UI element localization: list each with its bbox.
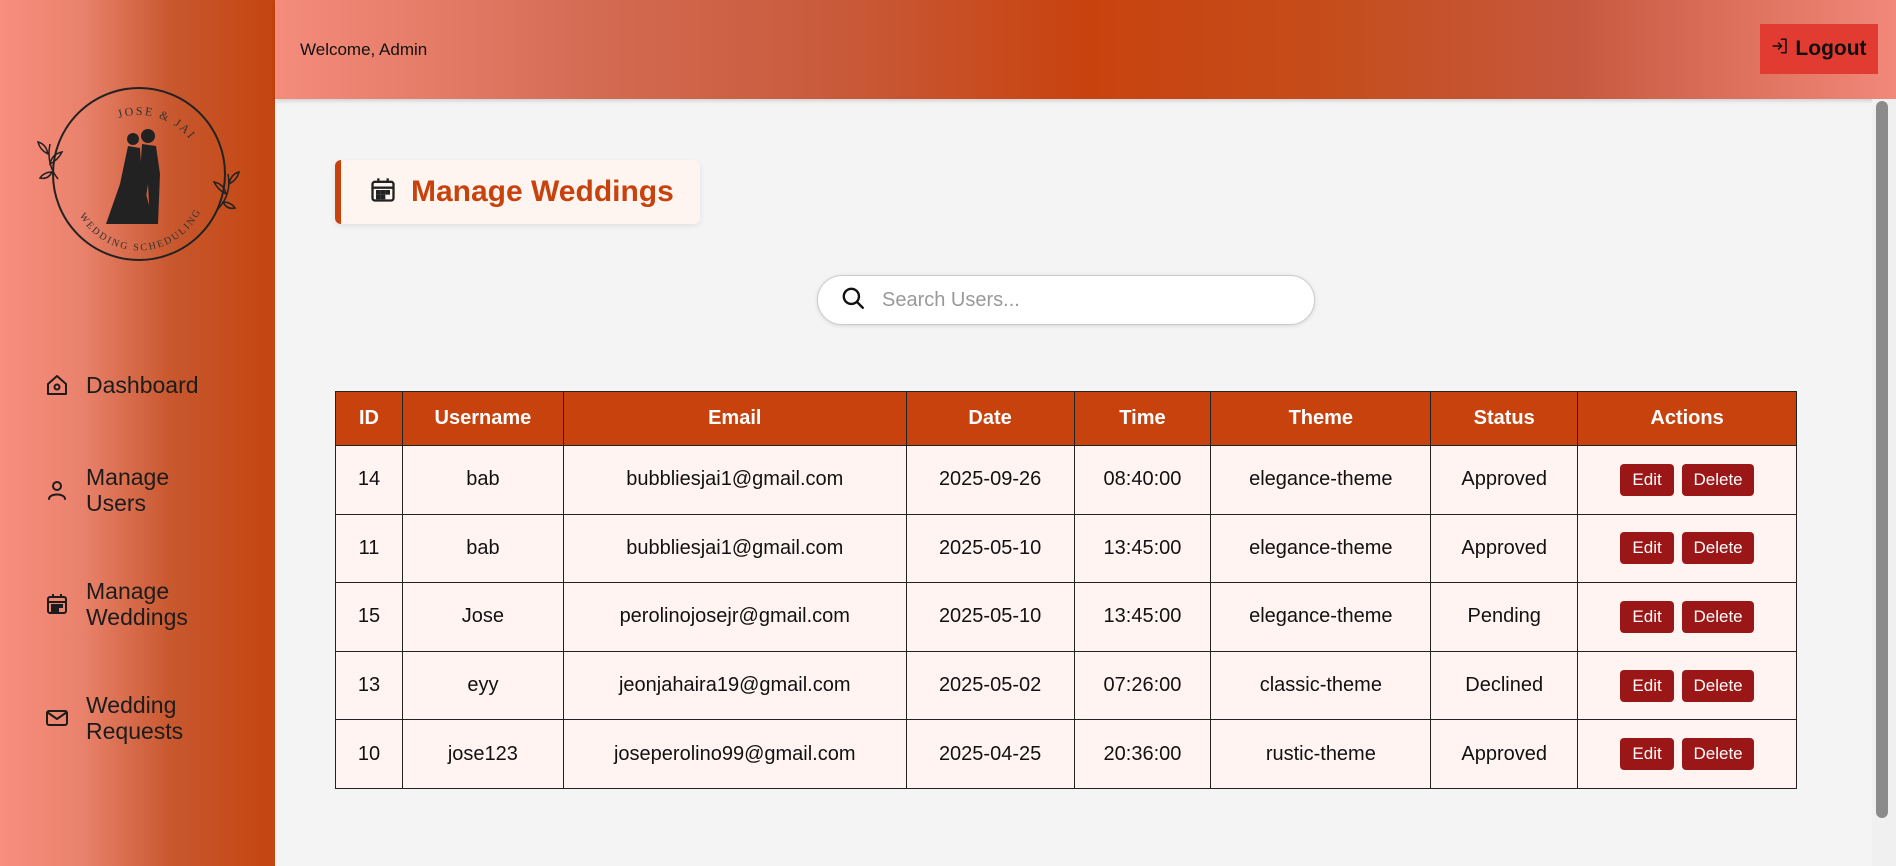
edit-button[interactable]: Edit (1620, 669, 1675, 702)
search-box (817, 275, 1315, 325)
cell-username: jose123 (401, 719, 564, 789)
column-header-time[interactable]: Time (1073, 391, 1212, 446)
cell-status: Pending (1430, 582, 1579, 652)
sidebar-item-manage-weddings[interactable]: Manage Weddings (44, 578, 226, 630)
cell-date: 2025-04-25 (905, 719, 1075, 789)
table-row: 11 bab bubbliesjai1@gmail.com 2025-05-10… (335, 513, 1797, 584)
cell-email: joseperolino99@gmail.com (562, 719, 907, 789)
cell-status: Declined (1430, 650, 1579, 721)
edit-button[interactable]: Edit (1620, 532, 1675, 565)
cell-theme: elegance-theme (1210, 513, 1432, 584)
cell-status: Approved (1430, 719, 1579, 789)
cell-date: 2025-05-02 (905, 650, 1075, 721)
cell-id: 14 (335, 445, 403, 515)
delete-button[interactable]: Delete (1682, 738, 1755, 771)
logout-icon (1771, 37, 1789, 61)
cell-theme: classic-theme (1210, 650, 1432, 721)
cell-actions: Edit Delete (1577, 650, 1797, 721)
sidebar: JOSE & JAI WEDDING SCHEDULING Dashboard … (0, 0, 275, 866)
page-title: Manage Weddings (411, 175, 674, 208)
logout-button[interactable]: Logout (1760, 24, 1878, 74)
delete-button[interactable]: Delete (1682, 532, 1755, 565)
cell-date: 2025-05-10 (905, 513, 1075, 584)
sidebar-item-label: Dashboard (86, 372, 199, 398)
column-header-theme[interactable]: Theme (1210, 391, 1432, 446)
cell-username: bab (401, 513, 564, 584)
cell-email: perolinojosejr@gmail.com (562, 582, 907, 652)
column-header-id[interactable]: ID (335, 391, 403, 446)
search-icon (840, 285, 866, 316)
delete-button[interactable]: Delete (1682, 669, 1755, 702)
edit-button[interactable]: Edit (1620, 738, 1675, 771)
cell-date: 2025-09-26 (905, 445, 1075, 515)
mail-icon (44, 705, 70, 731)
weddings-table: ID Username Email Date Time Theme Status… (335, 391, 1797, 789)
column-header-status[interactable]: Status (1430, 391, 1579, 446)
cell-email: jeonjahaira19@gmail.com (562, 650, 907, 721)
edit-button[interactable]: Edit (1620, 463, 1675, 496)
column-header-date[interactable]: Date (905, 391, 1075, 446)
cell-actions: Edit Delete (1577, 513, 1797, 584)
table-header-row: ID Username Email Date Time Theme Status… (335, 391, 1797, 446)
cell-status: Approved (1430, 513, 1579, 584)
cell-username: bab (401, 445, 564, 515)
cell-time: 08:40:00 (1073, 445, 1212, 515)
cell-id: 13 (335, 650, 403, 721)
cell-actions: Edit Delete (1577, 445, 1797, 515)
sidebar-item-label: Manage Users (86, 464, 170, 516)
column-header-actions: Actions (1577, 391, 1797, 446)
table-row: 10 jose123 joseperolino99@gmail.com 2025… (335, 719, 1797, 789)
cell-username: Jose (401, 582, 564, 652)
sidebar-item-label: Manage Weddings (86, 578, 188, 630)
cell-id: 15 (335, 582, 403, 652)
table-row: 14 bab bubbliesjai1@gmail.com 2025-09-26… (335, 445, 1797, 515)
cell-time: 13:45:00 (1073, 513, 1212, 584)
logout-label: Logout (1795, 37, 1867, 60)
sidebar-item-wedding-requests[interactable]: Wedding Requests (44, 692, 226, 744)
sidebar-item-dashboard[interactable]: Dashboard (44, 372, 226, 398)
cell-email: bubbliesjai1@gmail.com (562, 445, 907, 515)
table-row: 15 Jose perolinojosejr@gmail.com 2025-05… (335, 582, 1797, 652)
column-header-email[interactable]: Email (562, 391, 907, 446)
delete-button[interactable]: Delete (1682, 463, 1755, 496)
cell-username: eyy (401, 650, 564, 721)
cell-time: 07:26:00 (1073, 650, 1212, 721)
cell-status: Approved (1430, 445, 1579, 515)
cell-theme: elegance-theme (1210, 445, 1432, 515)
wedding-logo: JOSE & JAI WEDDING SCHEDULING (36, 84, 242, 264)
welcome-text: Welcome, Admin (300, 40, 428, 59)
user-icon (44, 477, 70, 503)
page-title-card: Manage Weddings (335, 160, 700, 224)
cell-id: 11 (335, 513, 403, 584)
home-icon (44, 372, 70, 398)
edit-button[interactable]: Edit (1620, 600, 1675, 633)
sidebar-item-label: Wedding Requests (86, 692, 184, 744)
scrollbar-thumb[interactable] (1876, 101, 1888, 818)
cell-time: 20:36:00 (1073, 719, 1212, 789)
sidebar-item-manage-users[interactable]: Manage Users (44, 464, 226, 516)
cell-date: 2025-05-10 (905, 582, 1075, 652)
cell-time: 13:45:00 (1073, 582, 1212, 652)
cell-theme: rustic-theme (1210, 719, 1432, 789)
cell-theme: elegance-theme (1210, 582, 1432, 652)
cell-actions: Edit Delete (1577, 719, 1797, 789)
cell-id: 10 (335, 719, 403, 789)
table-row: 13 eyy jeonjahaira19@gmail.com 2025-05-0… (335, 650, 1797, 721)
calendar-icon (369, 176, 397, 209)
cell-email: bubbliesjai1@gmail.com (562, 513, 907, 584)
delete-button[interactable]: Delete (1682, 600, 1755, 633)
column-header-username[interactable]: Username (401, 391, 564, 446)
search-input[interactable] (882, 288, 1282, 312)
top-bar: Welcome, Admin Logout (275, 0, 1896, 99)
cell-actions: Edit Delete (1577, 582, 1797, 652)
calendar-icon (44, 591, 70, 617)
